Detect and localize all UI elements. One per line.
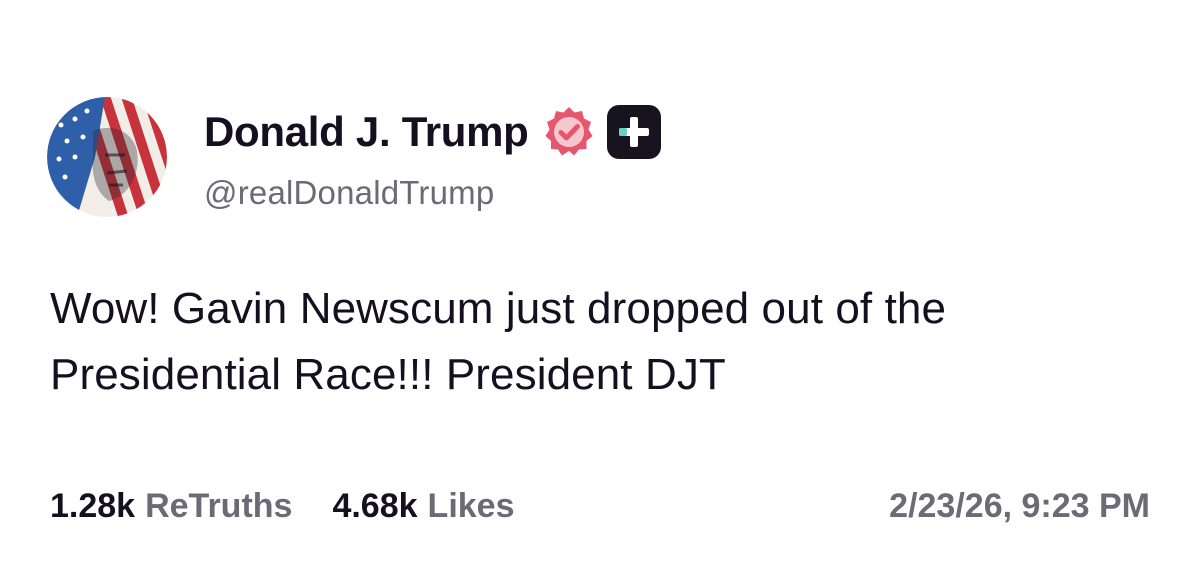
flag-portrait-avatar-icon — [47, 97, 167, 217]
post-stats: 1.28k ReTruths 4.68k Likes 2/23/26, 9:23… — [50, 484, 1150, 528]
author-name-row: Donald J. Trump — [204, 104, 661, 160]
likes-count: 4.68k — [332, 486, 418, 525]
post-timestamp[interactable]: 2/23/26, 9:23 PM — [889, 487, 1150, 526]
likes-stat[interactable]: 4.68k Likes — [332, 487, 514, 526]
verified-badge-icon — [545, 107, 593, 156]
truth-plus-icon — [606, 105, 661, 159]
avatar[interactable] — [47, 97, 167, 217]
user-handle[interactable]: @realDonaldTrump — [204, 174, 661, 212]
display-name[interactable]: Donald J. Trump — [204, 108, 529, 156]
retruths-count: 1.28k — [50, 486, 136, 525]
retruths-stat[interactable]: 1.28k ReTruths — [50, 487, 292, 526]
likes-label: Likes — [427, 486, 515, 525]
truth-post: Donald J. Trump @realDonaldTrump Wow! Ga… — [0, 0, 1200, 579]
post-text: Wow! Gavin Newscum just dropped out of t… — [50, 284, 947, 399]
author-info: Donald J. Trump @realDonaldTrump — [204, 104, 661, 212]
retruths-label: ReTruths — [145, 486, 293, 525]
